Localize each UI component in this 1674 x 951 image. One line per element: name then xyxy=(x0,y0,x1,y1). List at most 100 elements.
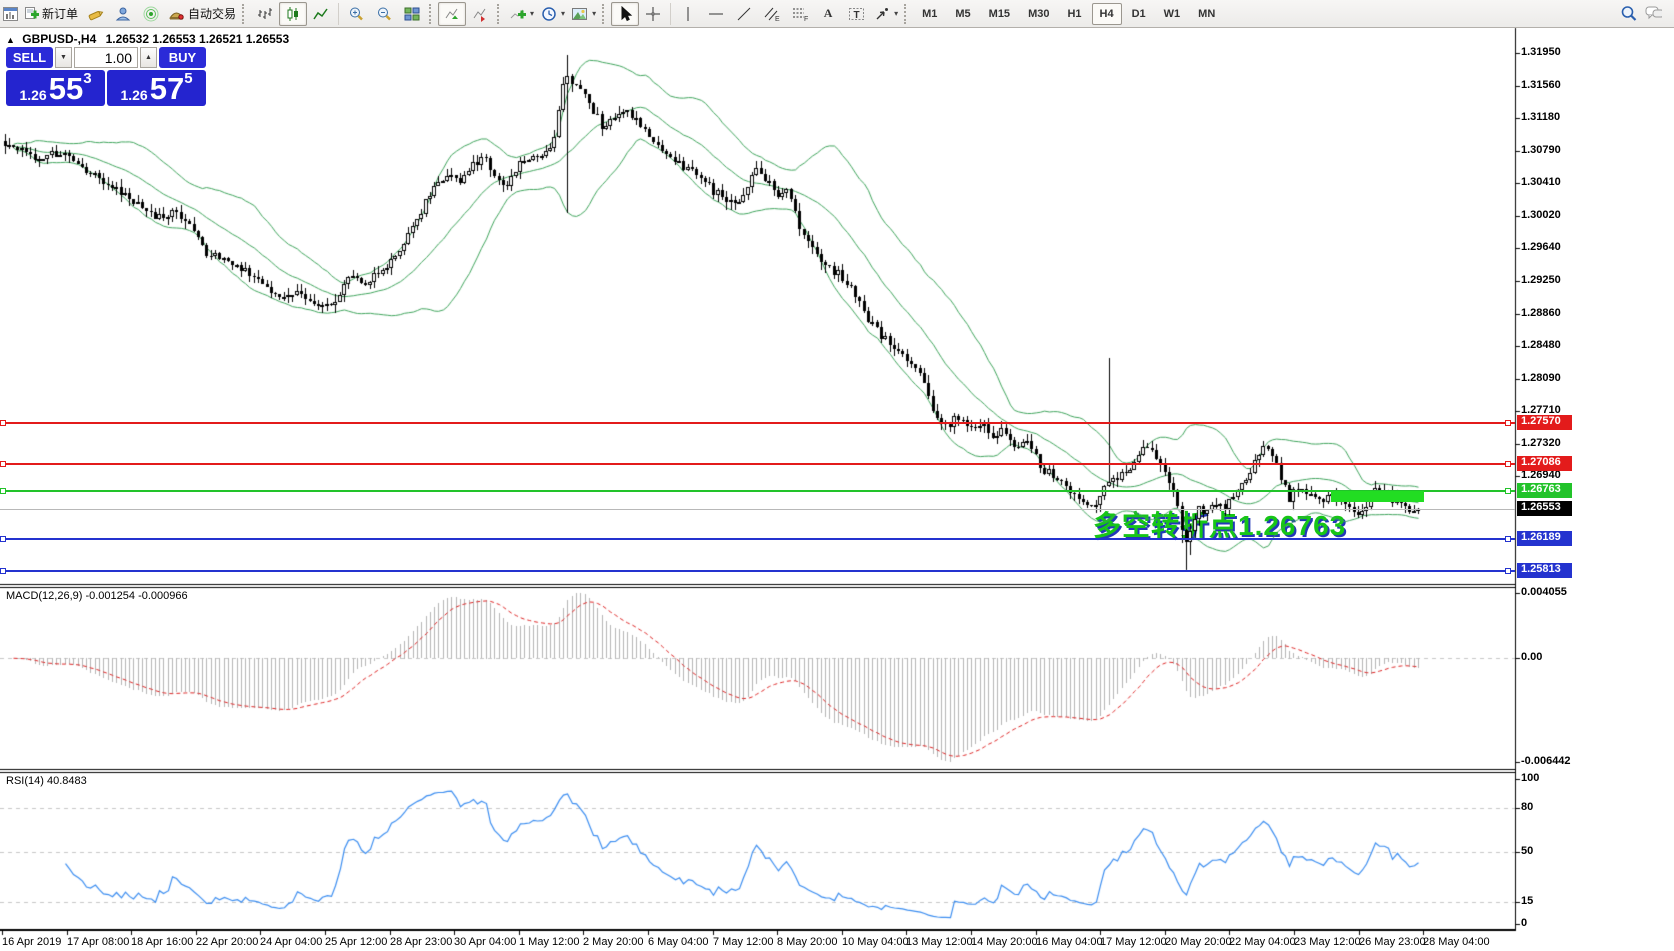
line-left-handle[interactable] xyxy=(0,461,6,467)
bar-chart-icon xyxy=(257,6,274,22)
search-icon[interactable] xyxy=(1620,6,1637,22)
indicators-button[interactable]: ▾ xyxy=(506,2,537,26)
volume-increase-button[interactable]: ▲ xyxy=(140,47,157,68)
new-order-button[interactable]: 新订单 xyxy=(19,2,81,26)
text-label-tool-button[interactable]: T xyxy=(842,2,870,26)
one-click-trade-panel: SELL ▼ 1.00 ▲ BUY 1.26 55 3 1.26 57 5 xyxy=(6,47,206,106)
volume-decrease-button[interactable]: ▼ xyxy=(55,47,72,68)
horizontal-level-line[interactable] xyxy=(0,422,1515,424)
auto-scroll-button[interactable] xyxy=(438,2,466,26)
chart-type-line-button[interactable] xyxy=(307,2,335,26)
autotrading-button[interactable]: 自动交易 xyxy=(165,2,239,26)
timeframe-button-m1[interactable]: M1 xyxy=(914,3,945,25)
price-axis-tick: 1.30020 xyxy=(1521,209,1561,222)
trendline-tool-button[interactable] xyxy=(730,2,758,26)
main-toolbar: 新订单 自动交易 ▾ ▾ ▾ E F A T ▾ xyxy=(0,0,1674,28)
toolbar-grip[interactable] xyxy=(429,4,434,24)
rsi-axis-tick: 0 xyxy=(1521,917,1527,930)
chart-window-icon[interactable] xyxy=(2,6,19,22)
vertical-line-tool-button[interactable] xyxy=(674,2,702,26)
timeframe-button-d1[interactable]: D1 xyxy=(1124,3,1154,25)
time-axis-label: 28 May 04:00 xyxy=(1423,936,1490,948)
chart-type-bars-button[interactable] xyxy=(251,2,279,26)
chat-icon[interactable] xyxy=(1645,6,1662,22)
signal-icon xyxy=(143,6,160,22)
zoom-out-icon xyxy=(376,6,393,22)
collapse-panel-arrow[interactable]: ▲ xyxy=(6,35,15,45)
buy-button[interactable]: BUY xyxy=(159,47,206,68)
horizontal-line-tool-button[interactable] xyxy=(702,2,730,26)
tile-windows-button[interactable] xyxy=(398,2,426,26)
cursor-tool-button[interactable] xyxy=(611,2,639,26)
toolbar-grip[interactable] xyxy=(602,4,607,24)
template-icon xyxy=(571,6,588,22)
market-watch-button[interactable] xyxy=(109,2,137,26)
zoom-out-button[interactable] xyxy=(370,2,398,26)
line-left-handle[interactable] xyxy=(0,568,6,574)
time-axis-label: 26 May 23:00 xyxy=(1359,936,1426,948)
chart-title: ▲ GBPUSD-,H4 1.26532 1.26553 1.26521 1.2… xyxy=(6,32,289,46)
line-right-handle[interactable] xyxy=(1505,568,1511,574)
autotrading-label: 自动交易 xyxy=(188,5,236,22)
time-axis-label: 23 May 12:00 xyxy=(1294,936,1361,948)
line-right-handle[interactable] xyxy=(1505,420,1511,426)
ask-price-prefix: 1.26 xyxy=(120,87,147,104)
level-price-label: 1.25813 xyxy=(1517,563,1572,578)
price-axis-tick: 1.28480 xyxy=(1521,339,1561,352)
line-right-handle[interactable] xyxy=(1505,461,1511,467)
mt4-window: 多空转折点1.26763 ▲ GBPUSD-,H4 1.26532 1.2655… xyxy=(0,0,1674,951)
timeframe-button-w1[interactable]: W1 xyxy=(1156,3,1189,25)
toolbar-grip[interactable] xyxy=(904,4,909,24)
price-chart-canvas[interactable] xyxy=(0,0,1674,951)
text-tool-button[interactable]: A xyxy=(814,2,842,26)
chart-shift-button[interactable] xyxy=(466,2,494,26)
line-left-handle[interactable] xyxy=(0,536,6,542)
text-label-icon: T xyxy=(848,6,865,22)
price-axis-tick: 1.31950 xyxy=(1521,46,1561,59)
horizontal-level-line[interactable] xyxy=(0,490,1515,492)
horizontal-level-line[interactable] xyxy=(0,538,1515,540)
chart-type-candles-button[interactable] xyxy=(279,2,307,26)
fibonacci-tool-button[interactable]: F xyxy=(786,2,814,26)
channel-tool-button[interactable]: E xyxy=(758,2,786,26)
volume-input[interactable]: 1.00 xyxy=(74,47,138,68)
horizontal-level-line[interactable] xyxy=(0,463,1515,465)
templates-button[interactable]: ▾ xyxy=(568,2,599,26)
timeframe-button-m5[interactable]: M5 xyxy=(947,3,978,25)
timeframe-button-h4[interactable]: H4 xyxy=(1092,3,1122,25)
person-icon xyxy=(115,6,132,22)
toolbar-grip[interactable] xyxy=(497,4,502,24)
line-right-handle[interactable] xyxy=(1505,536,1511,542)
line-right-handle[interactable] xyxy=(1505,488,1511,494)
chevron-down-icon: ▾ xyxy=(592,9,596,18)
highlight-rectangle[interactable] xyxy=(1331,491,1424,502)
zoom-in-button[interactable] xyxy=(342,2,370,26)
ask-price-button[interactable]: 1.26 57 5 xyxy=(107,70,206,106)
line-left-handle[interactable] xyxy=(0,420,6,426)
line-left-handle[interactable] xyxy=(0,488,6,494)
svg-text:T: T xyxy=(853,10,859,21)
chart-ohlc-values: 1.26532 1.26553 1.26521 1.26553 xyxy=(106,32,290,46)
auto-scroll-icon xyxy=(444,6,461,22)
level-price-label: 1.27570 xyxy=(1517,415,1572,430)
vertical-line-icon xyxy=(680,6,697,22)
time-axis-label: 8 May 20:00 xyxy=(777,936,838,948)
timeframe-button-h1[interactable]: H1 xyxy=(1059,3,1089,25)
bid-price-button[interactable]: 1.26 55 3 xyxy=(6,70,105,106)
toolbar-grip[interactable] xyxy=(242,4,247,24)
crosshair-tool-button[interactable] xyxy=(639,2,667,26)
time-axis-label: 30 Apr 04:00 xyxy=(454,936,516,948)
arrow-objects-icon xyxy=(873,6,890,22)
sell-button[interactable]: SELL xyxy=(6,47,53,68)
timeframe-button-mn[interactable]: MN xyxy=(1190,3,1223,25)
arrows-tool-button[interactable]: ▾ xyxy=(870,2,901,26)
chevron-down-icon: ▾ xyxy=(530,9,534,18)
chart-trade-button[interactable] xyxy=(81,2,109,26)
timeframe-button-m15[interactable]: M15 xyxy=(981,3,1018,25)
zoom-in-icon xyxy=(348,6,365,22)
horizontal-level-line[interactable] xyxy=(0,570,1515,572)
signals-button[interactable] xyxy=(137,2,165,26)
crayon-icon xyxy=(87,6,104,22)
timeframe-button-m30[interactable]: M30 xyxy=(1020,3,1057,25)
periods-button[interactable]: ▾ xyxy=(537,2,568,26)
